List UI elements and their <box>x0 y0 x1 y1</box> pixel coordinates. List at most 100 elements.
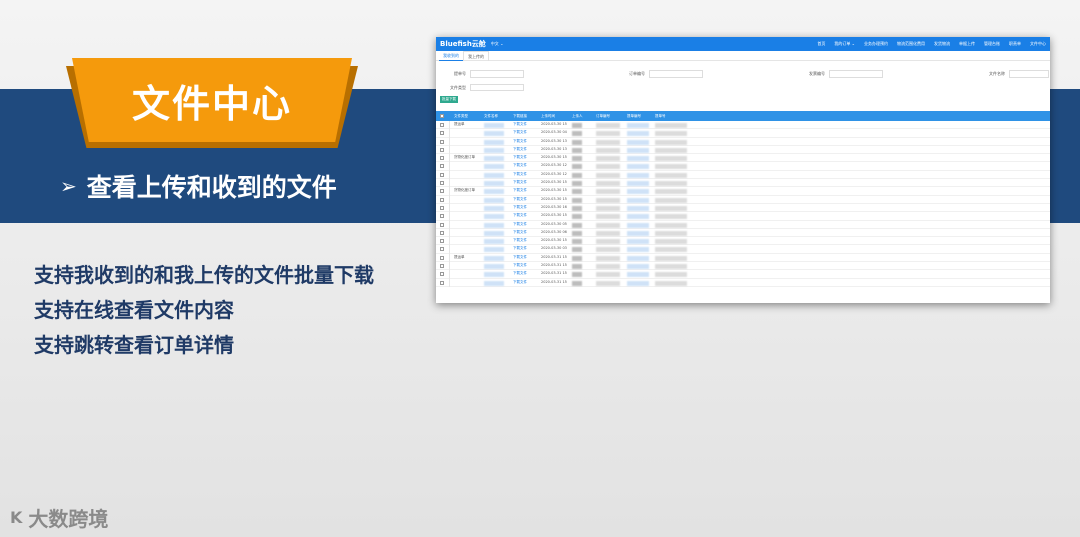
table-row[interactable]: 下载文件 2020-03-30 13 <box>436 145 1050 155</box>
row-checkbox[interactable] <box>440 156 444 161</box>
download-link[interactable]: 下载文件 <box>513 172 527 177</box>
table-row[interactable]: 提运单 下载文件 2020-03-31 15 <box>436 253 1050 263</box>
order-no-cell[interactable] <box>596 181 620 187</box>
row-checkbox[interactable] <box>440 239 444 244</box>
file-name-cell[interactable] <box>484 264 504 270</box>
download-link[interactable]: 下载文件 <box>513 197 527 202</box>
table-row[interactable]: 下载文件 2020-03-30 16 <box>436 203 1050 213</box>
row-checkbox[interactable] <box>440 272 444 277</box>
column-header[interactable]: 文件名称 <box>484 114 498 119</box>
download-link[interactable]: 下载文件 <box>513 263 527 268</box>
download-link[interactable]: 下载文件 <box>513 238 527 243</box>
column-header[interactable]: 订单编号 <box>596 114 610 119</box>
column-header[interactable]: 提单编号 <box>627 114 641 119</box>
nav-item[interactable]: 物流范围化费用 <box>897 41 925 47</box>
file-name-cell[interactable] <box>484 172 504 178</box>
table-row[interactable]: 下载文件 2020-03-30 12 <box>436 162 1050 171</box>
table-row[interactable]: 下载文件 2020-03-30 04 <box>436 129 1050 138</box>
row-checkbox[interactable] <box>440 189 444 194</box>
order-no-cell[interactable] <box>596 264 620 270</box>
row-checkbox[interactable] <box>440 164 444 169</box>
nav-item[interactable]: 管理台账 <box>984 41 1000 47</box>
invoice-no-input[interactable] <box>829 70 883 78</box>
nav-item[interactable]: 首页 <box>817 41 825 47</box>
table-row[interactable]: 货物化度订单 下载文件 2020-03-30 15 <box>436 154 1050 163</box>
table-row[interactable]: 下载文件 2020-03-30 06 <box>436 228 1050 238</box>
download-link[interactable]: 下载文件 <box>513 205 527 210</box>
app-brand[interactable]: Bluefish云舱 <box>440 39 486 49</box>
table-row[interactable]: 下载文件 2020-03-30 13 <box>436 137 1050 146</box>
select-all-checkbox[interactable] <box>440 114 444 118</box>
file-name-cell[interactable] <box>484 239 504 245</box>
table-row[interactable]: 下载文件 2020-03-31 15 <box>436 262 1050 271</box>
file-name-cell[interactable] <box>484 181 504 187</box>
file-name-input[interactable] <box>1009 70 1049 78</box>
row-checkbox[interactable] <box>440 172 444 177</box>
nav-item-file-center[interactable]: 文件中心 <box>1030 41 1046 47</box>
order-no-cell[interactable] <box>596 247 620 253</box>
file-name-cell[interactable] <box>484 205 504 211</box>
download-link[interactable]: 下载文件 <box>513 280 527 285</box>
table-row[interactable]: 下载文件 2020-03-30 15 <box>436 195 1050 204</box>
language-select[interactable]: 中文 ⌄ <box>491 41 504 47</box>
row-checkbox[interactable] <box>440 255 444 260</box>
order-no-cell[interactable] <box>596 205 620 211</box>
download-link[interactable]: 下载文件 <box>513 163 527 168</box>
file-name-cell[interactable] <box>484 280 504 286</box>
download-link[interactable]: 下载文件 <box>513 155 527 160</box>
table-row[interactable]: 下载文件 2020-03-30 05 <box>436 220 1050 229</box>
column-header[interactable]: 文件类型 <box>454 114 468 119</box>
file-name-cell[interactable] <box>484 131 504 137</box>
order-no-cell[interactable] <box>596 131 620 137</box>
order-no-cell[interactable] <box>596 123 620 128</box>
download-link[interactable]: 下载文件 <box>513 213 527 218</box>
order-no-cell[interactable] <box>596 272 620 278</box>
row-checkbox[interactable] <box>440 147 444 152</box>
order-no-cell[interactable] <box>596 172 620 178</box>
file-name-cell[interactable] <box>484 123 504 128</box>
file-name-cell[interactable] <box>484 247 504 253</box>
download-link[interactable]: 下载文件 <box>513 246 527 251</box>
order-no-cell[interactable] <box>596 255 620 261</box>
row-checkbox[interactable] <box>440 230 444 235</box>
nav-item[interactable]: 业务办理预约 <box>864 41 888 47</box>
file-name-cell[interactable] <box>484 222 504 228</box>
download-link[interactable]: 下载文件 <box>513 271 527 276</box>
row-checkbox[interactable] <box>440 181 444 186</box>
download-link[interactable]: 下载文件 <box>513 147 527 152</box>
tab-uploaded[interactable]: 我上传的 <box>463 50 489 61</box>
download-link[interactable]: 下载文件 <box>513 139 527 144</box>
row-checkbox[interactable] <box>440 205 444 210</box>
nav-item[interactable]: 职责单 <box>1009 41 1021 47</box>
order-no-cell[interactable] <box>596 214 620 220</box>
table-row[interactable]: 下载文件 2020-03-31 15 <box>436 270 1050 279</box>
table-row[interactable]: 下载文件 2020-03-31 15 <box>436 278 1050 287</box>
batch-download-button[interactable]: 批量下载 <box>440 96 458 103</box>
order-no-cell[interactable] <box>596 230 620 236</box>
row-checkbox[interactable] <box>440 214 444 219</box>
row-checkbox[interactable] <box>440 139 444 144</box>
order-no-input[interactable] <box>649 70 703 78</box>
download-link[interactable]: 下载文件 <box>513 180 527 185</box>
row-checkbox[interactable] <box>440 264 444 269</box>
row-checkbox[interactable] <box>440 197 444 202</box>
row-checkbox[interactable] <box>440 222 444 227</box>
file-name-cell[interactable] <box>484 156 504 162</box>
row-checkbox[interactable] <box>440 247 444 252</box>
order-no-cell[interactable] <box>596 189 620 195</box>
file-name-cell[interactable] <box>484 189 504 195</box>
order-no-cell[interactable] <box>596 139 620 145</box>
nav-item[interactable]: 发货物流 <box>934 41 950 47</box>
row-checkbox[interactable] <box>440 123 444 127</box>
table-row[interactable]: 下载文件 2020-03-30 12 <box>436 170 1050 180</box>
table-row[interactable]: 下载文件 2020-03-30 03 <box>436 245 1050 254</box>
tab-received[interactable]: 我收到的 <box>439 51 463 61</box>
column-header[interactable]: 上传时间 <box>541 114 555 119</box>
download-link[interactable]: 下载文件 <box>513 230 527 235</box>
file-name-cell[interactable] <box>484 214 504 220</box>
file-name-cell[interactable] <box>484 139 504 145</box>
column-header[interactable]: 上传人 <box>572 114 583 119</box>
file-name-cell[interactable] <box>484 164 504 170</box>
file-name-cell[interactable] <box>484 230 504 236</box>
row-checkbox[interactable] <box>440 131 444 136</box>
